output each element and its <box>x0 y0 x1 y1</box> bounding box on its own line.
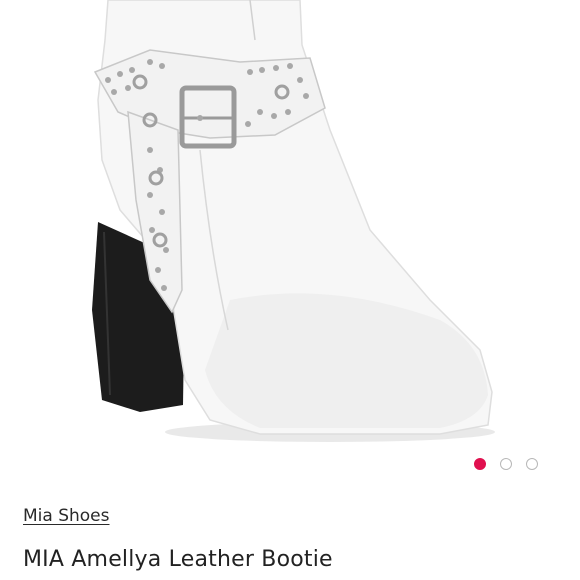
carousel-dot-3[interactable] <box>526 458 538 470</box>
brand-link[interactable]: Mia Shoes <box>23 506 110 526</box>
carousel-indicator <box>474 458 538 470</box>
carousel-dot-2[interactable] <box>500 458 512 470</box>
product-image-carousel[interactable] <box>0 0 580 490</box>
product-title: MIA Amellya Leather Bootie <box>23 547 333 572</box>
product-image <box>92 0 495 442</box>
carousel-dot-1[interactable] <box>474 458 486 470</box>
